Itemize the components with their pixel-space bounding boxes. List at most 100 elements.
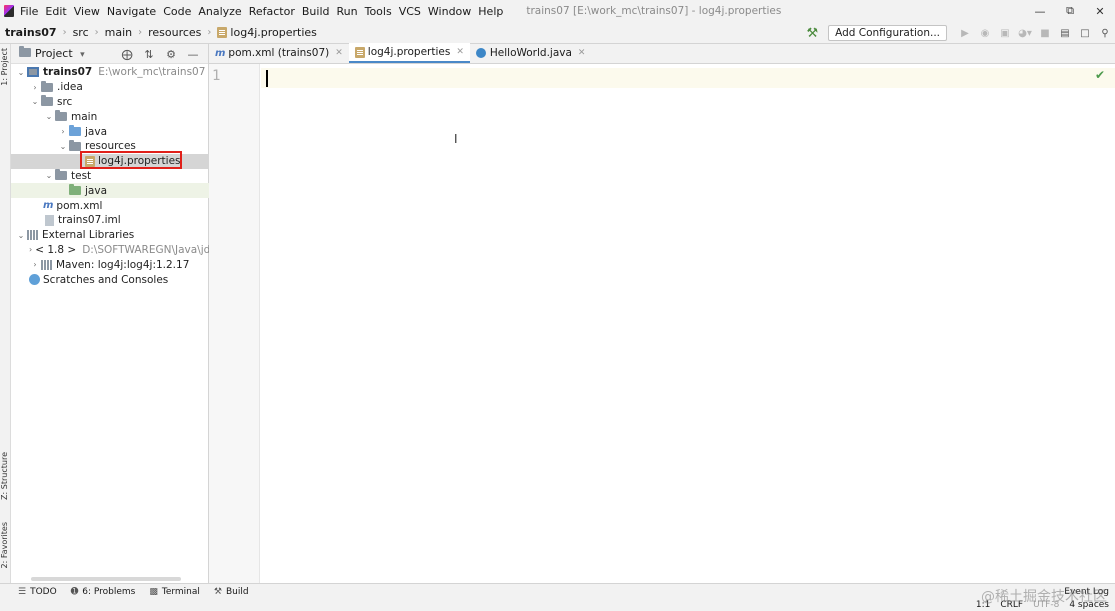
chevron-down-icon[interactable]: ⌄ xyxy=(15,68,27,77)
breadcrumb-src[interactable]: src xyxy=(73,26,89,39)
chevron-down-icon[interactable]: ⌄ xyxy=(43,171,55,180)
tree-label-scratches: Scratches and Consoles xyxy=(43,273,169,286)
structure-tool-tab[interactable]: Z: Structure xyxy=(0,452,11,500)
project-structure-icon[interactable]: ▤ xyxy=(1055,28,1075,39)
search-icon[interactable]: ⚲ xyxy=(1095,28,1115,39)
close-icon[interactable]: ✕ xyxy=(1085,5,1115,18)
close-tab-icon[interactable]: ✕ xyxy=(335,48,343,58)
close-tab-icon[interactable]: ✕ xyxy=(456,47,464,57)
maven-file-icon: m xyxy=(43,200,54,212)
locate-file-icon[interactable]: ⨁ xyxy=(116,48,138,61)
tree-item-scratches[interactable]: Scratches and Consoles xyxy=(11,272,209,287)
tree-label-test-java: java xyxy=(85,184,107,197)
chevron-right-icon[interactable]: › xyxy=(29,260,41,269)
build-tool-button[interactable]: ⚒ Build xyxy=(214,587,249,597)
horizontal-scrollbar[interactable] xyxy=(31,577,181,581)
source-folder-icon xyxy=(69,125,81,137)
menu-run[interactable]: Run xyxy=(337,5,358,18)
tab-log4j-properties[interactable]: log4j.properties ✕ xyxy=(348,43,470,63)
menu-window[interactable]: Window xyxy=(428,5,471,18)
menu-analyze[interactable]: Analyze xyxy=(198,5,241,18)
debug-icon[interactable]: ◉ xyxy=(975,28,995,39)
chevron-right-icon[interactable]: › xyxy=(29,245,32,254)
add-configuration-button[interactable]: Add Configuration... xyxy=(828,25,947,41)
chevron-down-icon[interactable]: ⌄ xyxy=(57,142,69,151)
folder-icon xyxy=(55,169,67,181)
menu-tools[interactable]: Tools xyxy=(365,5,392,18)
chevron-down-icon[interactable]: ⌄ xyxy=(29,97,41,106)
main-toolbar: ⚒ Add Configuration... ▶ ◉ ▣ ◕▾ ■ ▤ □ ⚲ xyxy=(806,22,1115,44)
chevron-right-icon[interactable]: › xyxy=(29,83,41,92)
tab-helloworld-java[interactable]: HelloWorld.java ✕ xyxy=(470,43,592,63)
stop-icon[interactable]: ■ xyxy=(1035,28,1055,39)
tree-item-external-libraries[interactable]: ⌄ External Libraries xyxy=(11,228,209,243)
menu-file[interactable]: File xyxy=(20,5,38,18)
favorites-tool-tab[interactable]: 2: Favorites xyxy=(0,522,11,568)
chevron-down-icon[interactable]: ⌄ xyxy=(15,231,27,240)
breadcrumb-project[interactable]: trains07 xyxy=(5,26,57,39)
tree-item-idea[interactable]: › .idea xyxy=(11,80,209,95)
properties-file-icon xyxy=(217,27,228,38)
tree-item-src[interactable]: ⌄ src xyxy=(11,95,209,110)
menu-navigate[interactable]: Navigate xyxy=(107,5,156,18)
panel-tools: ⨁ ⇅ ⚙ — xyxy=(116,44,204,64)
chevron-down-icon[interactable]: ⌄ xyxy=(43,112,55,121)
tab-pom-xml[interactable]: m pom.xml (trains07) ✕ xyxy=(209,43,349,63)
coverage-icon[interactable]: ▣ xyxy=(995,28,1015,39)
breadcrumb-file[interactable]: log4j.properties xyxy=(217,26,317,39)
chevron-right-icon[interactable]: › xyxy=(57,127,69,136)
menu-build[interactable]: Build xyxy=(302,5,330,18)
restore-icon[interactable]: ⧉ xyxy=(1055,4,1085,18)
build-hammer-icon[interactable]: ⚒ xyxy=(806,26,818,41)
project-view-selector[interactable]: Project ▾ xyxy=(19,46,85,60)
library-icon xyxy=(27,230,39,241)
project-panel-header: Project ▾ ⨁ ⇅ ⚙ — xyxy=(11,44,208,64)
tree-item-maven-lib[interactable]: › Maven: log4j:log4j:1.2.17 xyxy=(11,257,209,272)
tree-item-test[interactable]: ⌄ test xyxy=(11,169,209,184)
menu-view[interactable]: View xyxy=(74,5,100,18)
profile-icon[interactable]: ◕▾ xyxy=(1015,28,1035,39)
tree-item-iml[interactable]: trains07.iml xyxy=(11,213,209,228)
collapse-all-icon[interactable]: ⇅ xyxy=(138,48,160,61)
tree-item-pom[interactable]: m pom.xml xyxy=(11,198,209,213)
text-caret xyxy=(266,70,268,87)
terminal-tool-button[interactable]: ▩ Terminal xyxy=(149,587,200,597)
tree-item-root[interactable]: ⌄ trains07 E:\work_mc\trains07 xyxy=(11,65,209,80)
terminal-icon: ▩ xyxy=(149,586,158,597)
close-tab-icon[interactable]: ✕ xyxy=(578,48,586,58)
menu-help[interactable]: Help xyxy=(478,5,503,18)
tree-label-idea: .idea xyxy=(57,81,83,94)
problems-tool-button[interactable]: ➊ 6: Problems xyxy=(71,587,136,597)
breadcrumb-main[interactable]: main xyxy=(105,26,132,39)
tree-label-iml: trains07.iml xyxy=(58,214,121,227)
editor-gutter[interactable]: 1 xyxy=(209,64,260,583)
project-tool-tab[interactable]: 1: Project xyxy=(0,48,11,86)
menu-code[interactable]: Code xyxy=(163,5,191,18)
breadcrumb-resources[interactable]: resources xyxy=(148,26,201,39)
gear-icon[interactable]: ⚙ xyxy=(160,48,182,61)
menu-vcs[interactable]: VCS xyxy=(399,5,421,18)
tree-item-java[interactable]: › java xyxy=(11,124,209,139)
tree-item-jdk[interactable]: › < 1.8 > D:\SOFTWAREGN\Java\jd xyxy=(11,243,210,258)
tree-label-java: java xyxy=(85,125,107,138)
todo-tool-button[interactable]: ☰ TODO xyxy=(18,587,57,597)
tree-item-main[interactable]: ⌄ main xyxy=(11,109,209,124)
inspection-ok-icon[interactable]: ✔ xyxy=(1095,68,1105,82)
hide-panel-icon[interactable]: — xyxy=(182,48,204,61)
menu-refactor[interactable]: Refactor xyxy=(249,5,295,18)
breadcrumb-separator: › xyxy=(138,27,143,38)
minimize-icon[interactable]: — xyxy=(1025,5,1055,18)
tree-label-external: External Libraries xyxy=(42,229,135,242)
code-editor[interactable]: ✔ I xyxy=(261,64,1115,583)
folder-icon xyxy=(55,110,67,122)
folder-icon xyxy=(41,95,53,107)
list-icon: ☰ xyxy=(18,586,27,597)
sdk-icon[interactable]: □ xyxy=(1075,28,1095,39)
menu-edit[interactable]: Edit xyxy=(45,5,66,18)
mouse-ibeam-cursor: I xyxy=(454,132,458,146)
line-number: 1 xyxy=(212,68,221,84)
problems-label: 6: Problems xyxy=(82,586,136,597)
tree-item-test-java[interactable]: java xyxy=(11,183,209,199)
run-icon[interactable]: ▶ xyxy=(955,28,975,39)
navigation-bar: trains07 › src › main › resources › log4… xyxy=(0,22,1115,44)
